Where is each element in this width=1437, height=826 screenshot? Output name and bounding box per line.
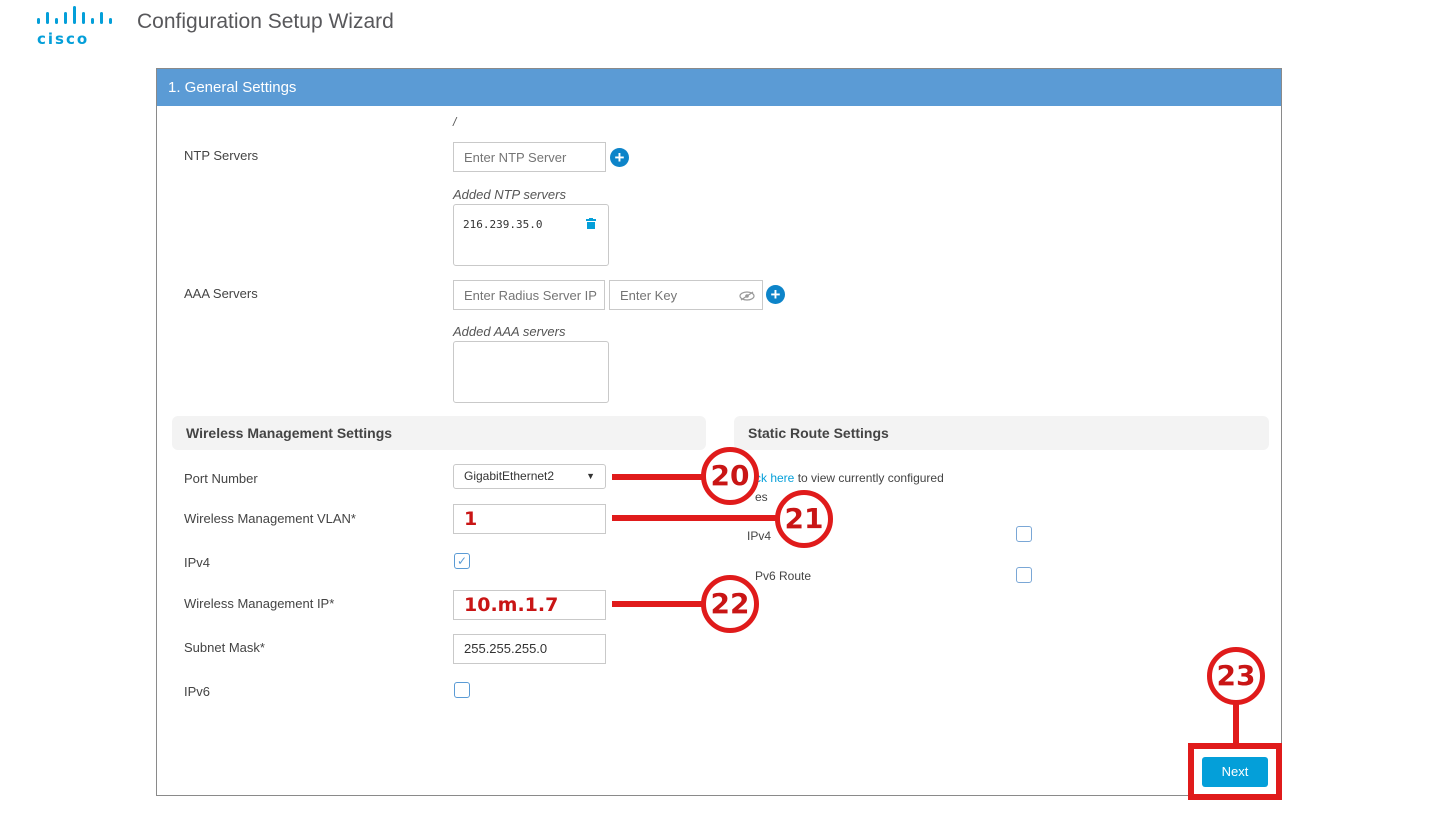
vlan-input[interactable]: 1 [453,504,606,534]
ntp-server-input[interactable] [453,142,606,172]
callout-21: 21 [775,490,833,548]
static-ipv4-checkbox[interactable] [1016,526,1032,542]
callout-line-20 [612,474,708,480]
ipv4-label: IPv4 [184,555,211,570]
ipv6-label: IPv6 [184,684,211,699]
management-ip-input[interactable]: 10.m.1.7 [453,590,606,620]
add-aaa-icon[interactable]: + [766,285,785,304]
vlan-label: Wireless Management VLAN* [184,511,356,526]
added-aaa-label: Added AAA servers [453,324,566,339]
aaa-server-list [453,341,609,403]
static-ipv6-label: Pv6 Route [755,569,812,583]
add-ntp-icon[interactable]: + [610,148,629,167]
callout-line-21 [612,515,782,521]
ntp-server-list: 216.239.35.0 [453,204,609,266]
port-number-label: Port Number [184,471,258,486]
aaa-label: AAA Servers [184,286,258,301]
static-ipv6-checkbox[interactable] [1016,567,1032,583]
added-ntp-label: Added NTP servers [453,187,566,202]
scroll-artifact: / [453,115,457,129]
callout-22: 22 [701,575,759,633]
ntp-label: NTP Servers [184,148,259,163]
management-ip-label: Wireless Management IP* [184,596,335,611]
click-here-link[interactable]: ck here [755,471,794,485]
callout-20: 20 [701,447,759,505]
panel-title: 1. General Settings [157,69,1281,106]
static-ipv4-label: IPv4 [747,529,772,543]
link-suffix: to view currently configured [794,471,944,485]
ipv6-checkbox[interactable] [454,682,470,698]
callout-23: 23 [1207,647,1265,705]
port-number-select[interactable]: GigabitEthernet2 ▼ [453,464,606,489]
app-title: Configuration Setup Wizard [137,10,394,33]
subnet-mask-input[interactable]: 255.255.255.0 [453,634,606,664]
eye-hidden-icon[interactable] [739,291,755,301]
ipv4-checkbox[interactable]: ✓ [454,553,470,569]
callout-line-23 [1233,703,1239,744]
ntp-server-entry: 216.239.35.0 [463,218,543,231]
static-route-link-text: ck here to view currently configured [755,471,944,485]
callout-line-22 [612,601,708,607]
subnet-mask-label: Subnet Mask* [184,640,265,655]
next-button[interactable]: Next [1202,757,1268,787]
radius-ip-input[interactable] [453,280,605,310]
chevron-down-icon: ▼ [586,471,595,481]
logo-text: cisco [37,30,90,48]
wireless-management-header: Wireless Management Settings [172,416,706,450]
general-settings-panel: 1. General Settings / NTP Servers + Adde… [156,68,1282,800]
static-route-header: Static Route Settings [734,416,1269,450]
delete-icon[interactable] [586,218,596,229]
port-number-value: GigabitEthernet2 [464,469,555,483]
link-line2: es [755,490,768,504]
